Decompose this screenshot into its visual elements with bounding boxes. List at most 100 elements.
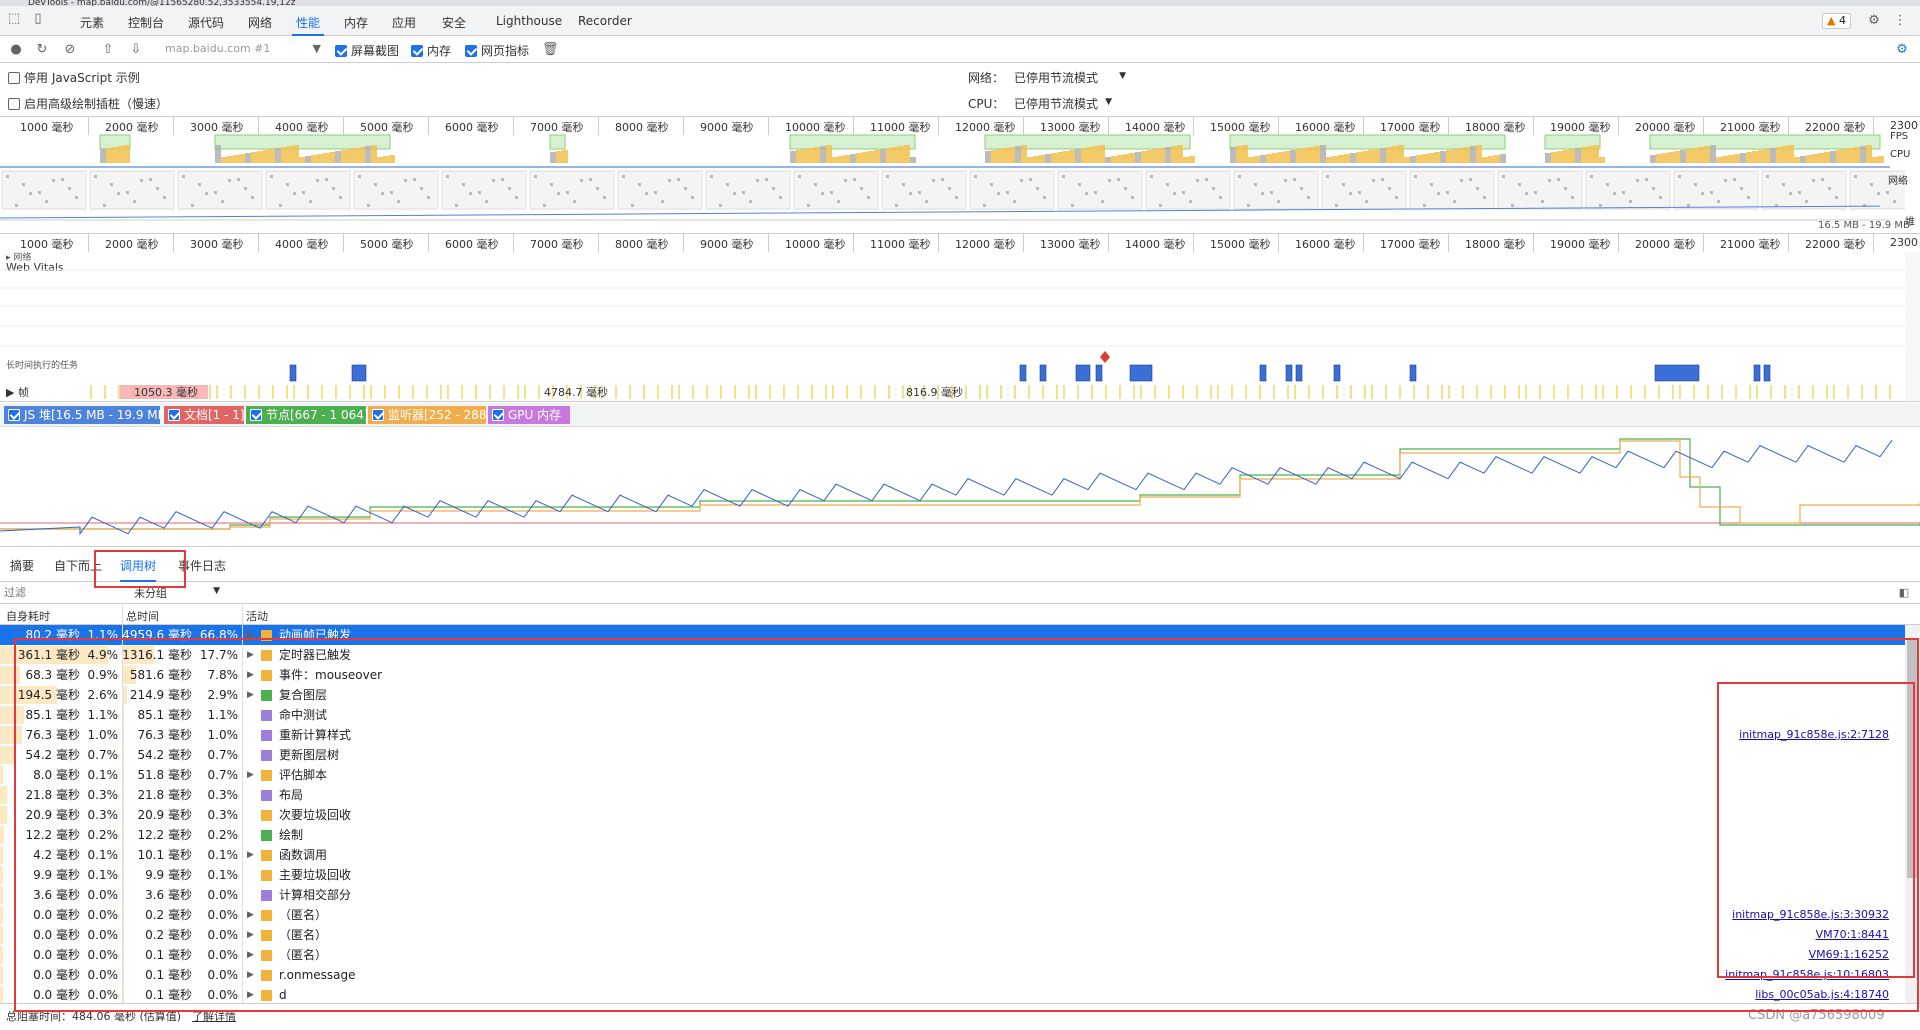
main-scrollbar[interactable] — [1905, 252, 1920, 401]
capture-settings-gear-icon[interactable]: ⚙ — [1894, 42, 1910, 58]
calltree-row[interactable]: 76.3 毫秒 1.0% 76.3 毫秒 1.0% 重新计算样式 initmap_91c8… — [0, 725, 1905, 745]
tab-7[interactable]: 安全 — [442, 14, 466, 31]
category-swatch — [261, 790, 272, 801]
calltree-scroll-thumb[interactable] — [1907, 640, 1918, 878]
toggle-sidebar-icon[interactable]: ◧ — [1896, 585, 1912, 601]
tab-3[interactable]: 网络 — [248, 14, 272, 31]
category-swatch — [261, 750, 272, 761]
calltree-row[interactable]: 80.2 毫秒 1.1% 4959.6 毫秒 66.8% ▶ 动画帧已触发 — [0, 625, 1905, 645]
cell-total-pct: 1.1% — [207, 708, 239, 722]
grouping-select[interactable]: 未分组 ▼ — [134, 585, 220, 601]
tab-4[interactable]: 性能 — [291, 14, 325, 36]
expand-arrow-icon[interactable]: ▶ — [247, 645, 254, 665]
details-tab-3[interactable]: 事件日志 — [178, 557, 226, 574]
counter-toggle-3[interactable]: 监听器[252 - 288] — [368, 406, 491, 424]
reload-record-icon[interactable]: ↻ — [34, 42, 50, 58]
col-activity[interactable]: 活动 — [246, 608, 268, 624]
col-total-time[interactable]: 总时间 — [126, 608, 159, 624]
expand-arrow-icon[interactable]: ▶ — [247, 665, 254, 685]
cell-self-time: 8.0 毫秒 — [33, 768, 80, 782]
device-toolbar-icon[interactable]: ▯ — [30, 11, 46, 27]
advanced-paint-checkbox[interactable]: 启用高级绘制插桩（慢速） — [8, 95, 168, 112]
source-link[interactable]: libs_00c05ab.js:4:18740 — [1755, 985, 1889, 1003]
expand-arrow-icon[interactable]: ▶ — [247, 925, 254, 945]
source-link[interactable]: initmap_91c858e.js:10:16803 — [1725, 965, 1889, 985]
source-link[interactable]: initmap_91c858e.js:2:7128 — [1739, 725, 1889, 745]
calltree-row[interactable]: 54.2 毫秒 0.7% 54.2 毫秒 0.7% 更新图层树 — [0, 745, 1905, 765]
calltree-row[interactable]: 0.0 毫秒 0.0% 0.1 毫秒 0.0% ▶ d libs_00c05ab.js:4:… — [0, 985, 1905, 1003]
cell-total-time: 214.9 毫秒 — [129, 688, 192, 702]
calltree-row[interactable]: 361.1 毫秒 4.9% 1316.1 毫秒 17.7% ▶ 定时器已触发 — [0, 645, 1905, 665]
cpu-throttle-label: CPU： — [968, 97, 1005, 111]
calltree-row[interactable]: 4.2 毫秒 0.1% 10.1 毫秒 0.1% ▶ 函数调用 — [0, 845, 1905, 865]
record-icon[interactable]: ● — [8, 42, 24, 58]
download-icon[interactable]: ⇩ — [128, 42, 144, 58]
timeline-overview[interactable]: 1000 毫秒 2000 毫秒 3000 毫秒 4000 毫秒 5000 毫秒 6000 … — [0, 117, 1920, 234]
calltree-row[interactable]: 68.3 毫秒 0.9% 581.6 毫秒 7.8% ▶ 事件：mouseover — [0, 665, 1905, 685]
details-tab-0[interactable]: 摘要 — [10, 557, 34, 574]
tab-8[interactable]: Lighthouse — [496, 14, 562, 28]
details-tab-1[interactable]: 自下而上 — [54, 557, 102, 574]
dropdown-arrow-icon: ▼ — [312, 42, 321, 55]
ruler-tick-label: 12000 毫秒 — [955, 238, 1016, 251]
memory-checkbox[interactable]: 内存 — [411, 42, 451, 59]
source-link[interactable]: VM69:1:16252 — [1809, 945, 1889, 965]
expand-arrow-icon[interactable]: ▶ — [247, 685, 254, 705]
tab-0[interactable]: 元素 — [80, 14, 104, 31]
calltree-row[interactable]: 0.0 毫秒 0.0% 0.2 毫秒 0.0% ▶ （匿名） initmap_91c858e… — [0, 905, 1905, 925]
calltree-row[interactable]: 12.2 毫秒 0.2% 12.2 毫秒 0.2% 绘制 — [0, 825, 1905, 845]
counter-toggle-2[interactable]: 节点[667 - 1 064] — [246, 406, 369, 424]
expand-arrow-icon[interactable]: ▶ — [247, 985, 254, 1003]
tab-6[interactable]: 应用 — [392, 14, 416, 31]
ruler-tick-label: 9000 毫秒 — [700, 238, 754, 251]
inspect-element-icon[interactable]: ⬚ — [6, 11, 22, 27]
expand-arrow-icon[interactable]: ▶ — [247, 625, 254, 645]
tab-2[interactable]: 源代码 — [188, 14, 224, 31]
calltree-row[interactable]: 9.9 毫秒 0.1% 9.9 毫秒 0.1% 主要垃圾回收 — [0, 865, 1905, 885]
counter-toggle-4[interactable]: GPU 内存 — [488, 406, 570, 424]
cell-total-pct: 0.0% — [207, 968, 239, 982]
cell-self-time: 194.5 毫秒 — [17, 688, 80, 702]
expand-arrow-icon[interactable]: ▶ — [247, 765, 254, 785]
learn-more-link[interactable]: 了解详情 — [192, 1008, 236, 1024]
calltree-row[interactable]: 0.0 毫秒 0.0% 0.2 毫秒 0.0% ▶ （匿名） VM70:1:8441 — [0, 925, 1905, 945]
calltree-row[interactable]: 20.9 毫秒 0.3% 20.9 毫秒 0.3% 次要垃圾回收 — [0, 805, 1905, 825]
webvitals-checkbox[interactable]: 网页指标 — [465, 42, 529, 59]
cell-self-pct: 0.3% — [87, 808, 119, 822]
clear-icon[interactable]: ⊘ — [62, 42, 78, 58]
source-link[interactable]: VM70:1:8441 — [1816, 925, 1889, 945]
cpu-throttle-select[interactable]: 已停用节流模式 ▼ — [1014, 95, 1112, 112]
counter-lines — [0, 438, 1920, 536]
calltree-row[interactable]: 0.0 毫秒 0.0% 0.1 毫秒 0.0% ▶ r.onmessage initmap_… — [0, 965, 1905, 985]
tab-9[interactable]: Recorder — [578, 14, 632, 28]
calltree-row[interactable]: 21.8 毫秒 0.3% 21.8 毫秒 0.3% 布局 — [0, 785, 1905, 805]
calltree-row[interactable]: 0.0 毫秒 0.0% 0.1 毫秒 0.0% ▶ （匿名） VM69:1:16252 — [0, 945, 1905, 965]
disable-js-samples-checkbox[interactable]: 停用 JavaScript 示例 — [8, 69, 140, 86]
issues-badge[interactable]: ▲ 4 — [1822, 13, 1851, 29]
filter-input[interactable] — [4, 584, 124, 601]
details-tab-2[interactable]: 调用树 — [120, 557, 157, 582]
calltree-row[interactable]: 194.5 毫秒 2.6% 214.9 毫秒 2.9% ▶ 复合图层 — [0, 685, 1905, 705]
expand-arrow-icon[interactable]: ▶ — [247, 905, 254, 925]
counter-toggle-1[interactable]: 文档[1 - 1] — [164, 406, 245, 424]
upload-icon[interactable]: ⇧ — [100, 42, 116, 58]
settings-gear-icon[interactable]: ⚙ — [1866, 13, 1882, 29]
calltree-row[interactable]: 8.0 毫秒 0.1% 51.8 毫秒 0.7% ▶ 评估脚本 — [0, 765, 1905, 785]
main-timeline[interactable]: 1000 毫秒 2000 毫秒 3000 毫秒 4000 毫秒 5000 毫秒 6000 … — [0, 234, 1920, 402]
source-link[interactable]: initmap_91c858e.js:3:30932 — [1732, 905, 1889, 925]
expand-arrow-icon[interactable]: ▶ — [247, 845, 254, 865]
col-self-time[interactable]: 自身耗时 — [6, 608, 50, 624]
counter-toggle-0[interactable]: JS 堆[16.5 MB - 19.9 MB] — [4, 406, 171, 424]
tab-1[interactable]: 控制台 — [128, 14, 164, 31]
dropdown-arrow-icon: ▼ — [213, 586, 220, 596]
calltree-row[interactable]: 85.1 毫秒 1.1% 85.1 毫秒 1.1% 命中测试 — [0, 705, 1905, 725]
network-throttle-select[interactable]: 已停用节流模式 ▼ — [1014, 69, 1126, 86]
expand-arrow-icon[interactable]: ▶ — [247, 945, 254, 965]
tab-5[interactable]: 内存 — [344, 14, 368, 31]
more-menu-icon[interactable]: ⋮ — [1892, 13, 1908, 29]
calltree-row[interactable]: 3.6 毫秒 0.0% 3.6 毫秒 0.0% 计算相交部分 — [0, 885, 1905, 905]
recording-select[interactable]: map.baidu.com #1 ▼ — [165, 42, 321, 55]
trash-icon[interactable]: 🗑 — [542, 42, 559, 58]
expand-arrow-icon[interactable]: ▶ — [247, 965, 254, 985]
screenshots-checkbox[interactable]: 屏幕截图 — [335, 42, 399, 59]
